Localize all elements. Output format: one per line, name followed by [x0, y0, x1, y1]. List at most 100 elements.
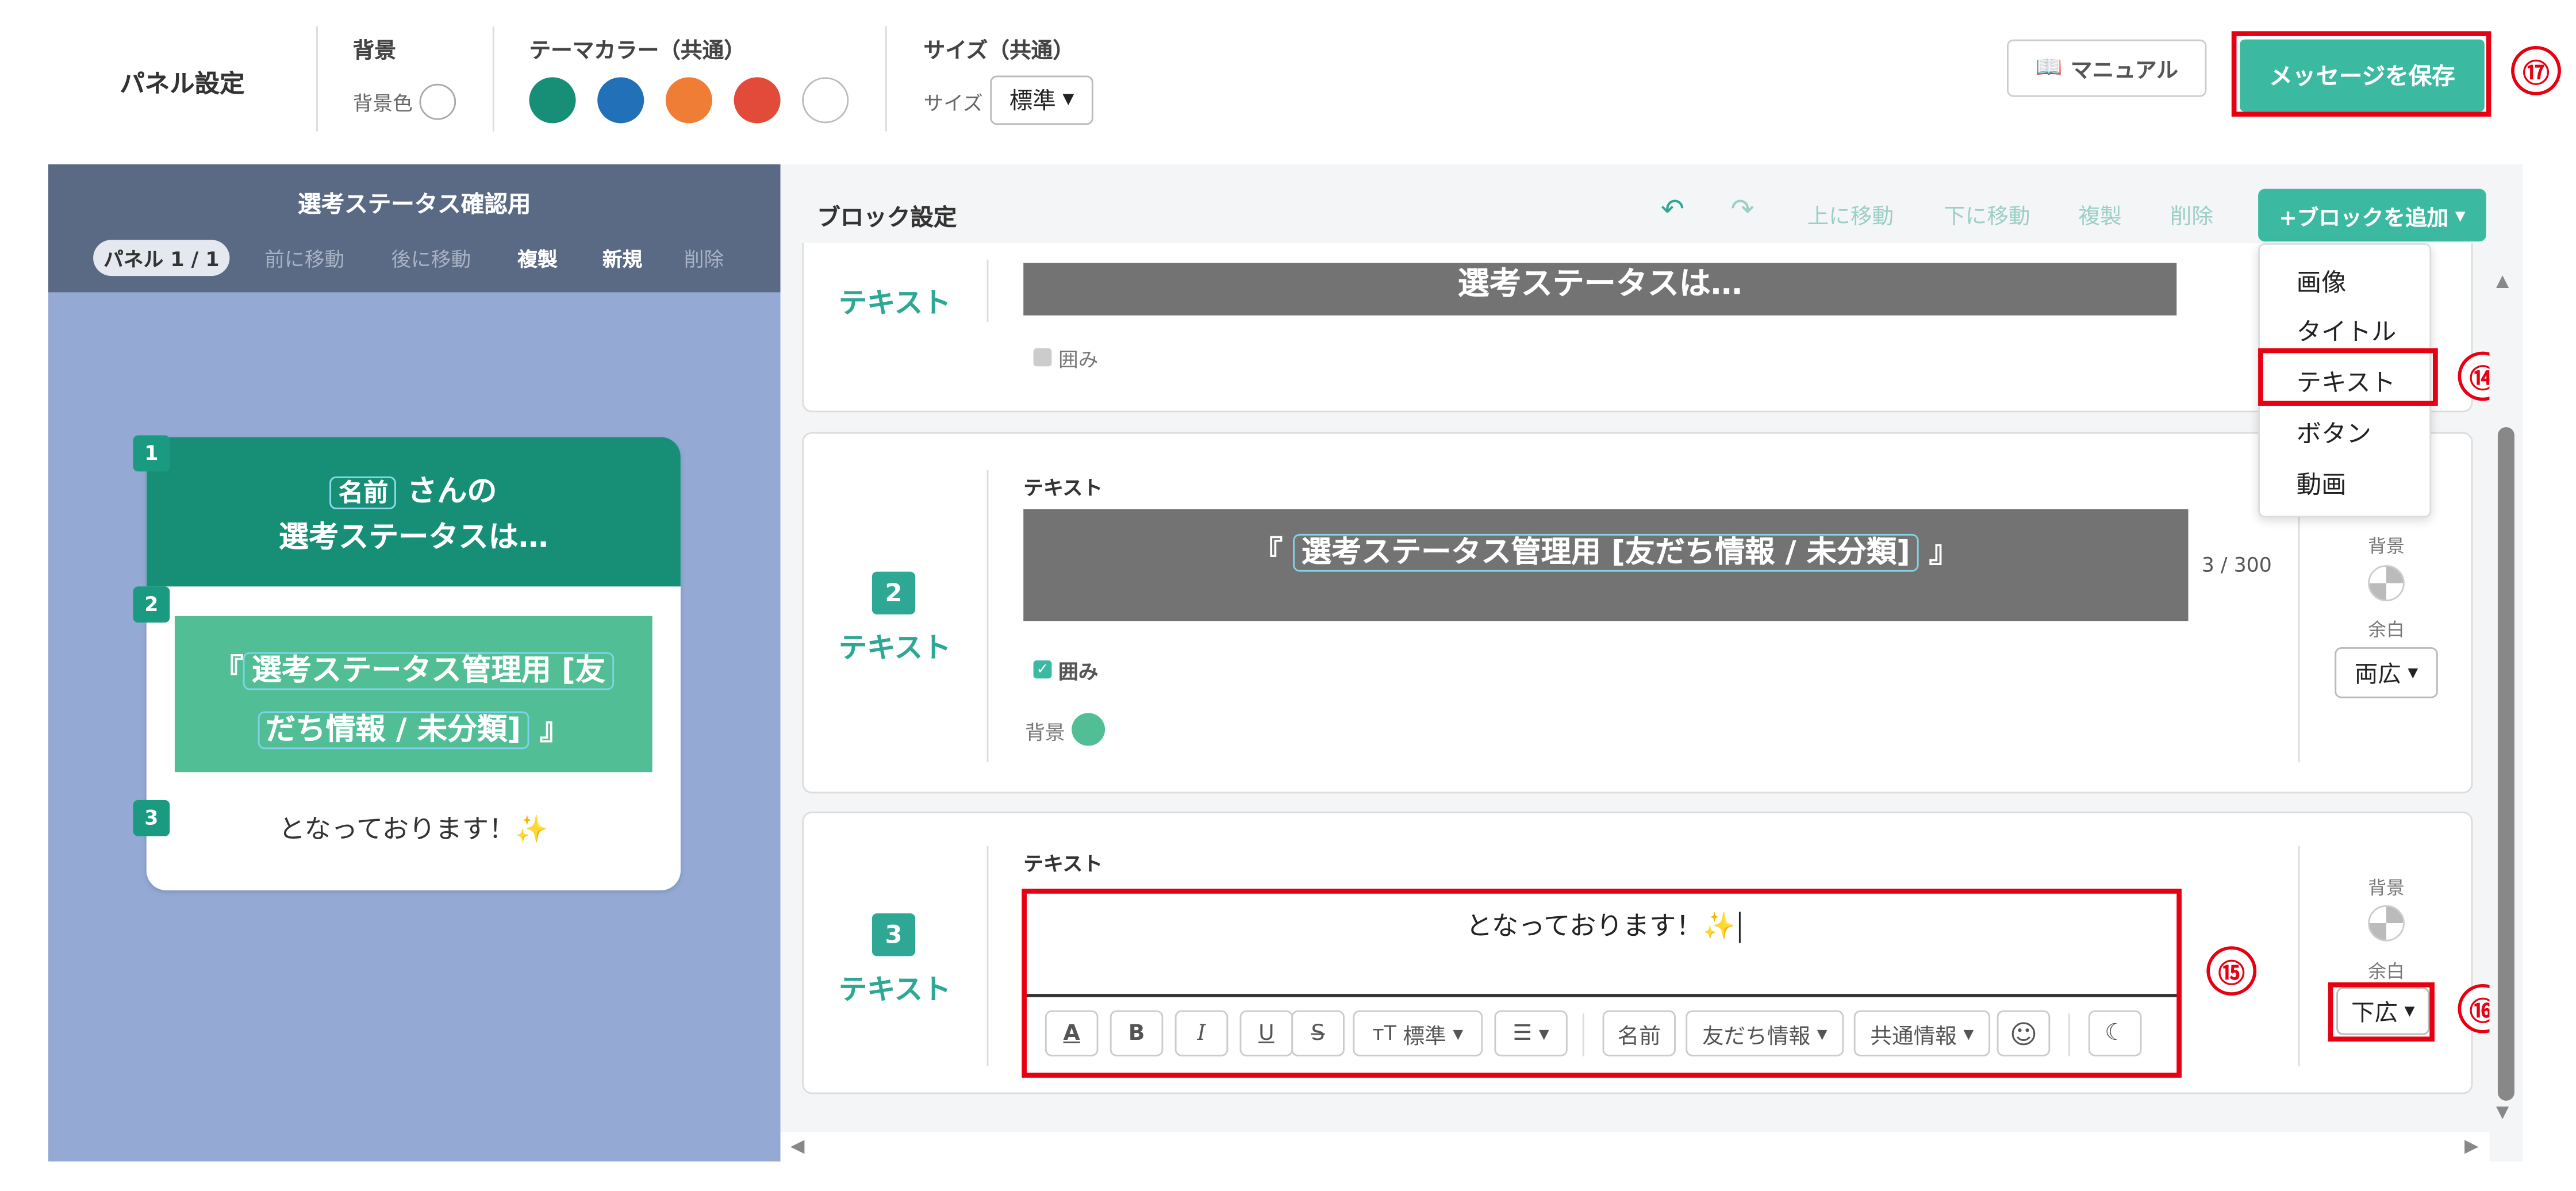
undo-icon[interactable]: ↶	[1661, 194, 1684, 226]
duplicate-panel-button[interactable]: 複製	[517, 245, 558, 273]
annotation-17: ⑰	[2511, 46, 2561, 95]
chevron-down-icon: ▼	[2404, 1004, 2415, 1019]
chevron-down-icon: ▼	[1453, 1025, 1464, 1041]
vertical-scrollbar[interactable]: ▲ ▼	[2489, 263, 2523, 1134]
scroll-right-icon[interactable]: ▶	[2464, 1135, 2479, 1157]
font-color-button[interactable]: A	[1045, 1010, 1099, 1056]
theme-color-green[interactable]	[529, 77, 576, 124]
delete-panel-button[interactable]: 削除	[684, 245, 724, 273]
frame-label: 囲み	[1058, 660, 1099, 683]
name-tag: 名前	[330, 476, 397, 509]
duplicate-block-button[interactable]: 複製	[2078, 199, 2121, 230]
emoji-icon[interactable]: ☺	[1997, 1010, 2051, 1056]
move-up-button[interactable]: 上に移動	[1807, 199, 1894, 230]
block-bg-swatch[interactable]	[1072, 713, 1105, 746]
bold-button[interactable]: B	[1110, 1010, 1164, 1056]
bg-heading: 背景	[352, 39, 396, 64]
delete-block-button[interactable]: 削除	[2170, 199, 2213, 230]
char-count: 3 / 300	[2201, 554, 2272, 577]
preview-badge-2: 2	[133, 586, 170, 623]
chevron-down-icon: ▼	[2408, 665, 2418, 681]
theme-color-white[interactable]	[802, 77, 849, 124]
theme-color-blue[interactable]	[597, 77, 644, 124]
italic-button[interactable]: I	[1174, 1010, 1229, 1056]
scroll-left-icon[interactable]: ◀	[790, 1135, 805, 1157]
frame-checkbox[interactable]	[1033, 348, 1052, 367]
panel-settings-title: パネル設定	[120, 69, 245, 99]
block-2-type: テキスト	[838, 632, 951, 666]
frame-checkbox[interactable]: ✓	[1033, 660, 1052, 679]
block-settings-title: ブロック設定	[817, 205, 957, 232]
friend-info-dropdown[interactable]: 友だち情報 ▼	[1686, 1010, 1844, 1056]
block-2-text-field[interactable]: 『 選考ステータス管理用 [友だち情報 / 未分類] 』	[1023, 509, 2189, 621]
text-size-icon: ᴛT	[1372, 1021, 1396, 1045]
align-icon: ☰	[1512, 1021, 1533, 1046]
block-2-number: 2	[872, 571, 916, 614]
block-card-2: 2 テキスト テキスト 『 選考ステータス管理用 [友だち情報 / 未分類] 』…	[802, 432, 2473, 794]
prev-button[interactable]: 前に移動	[264, 245, 344, 273]
side-margin-label: 余白	[2368, 961, 2405, 983]
bg-color-swatch[interactable]	[419, 83, 456, 120]
bg-pattern-icon[interactable]	[2368, 565, 2405, 602]
align-dropdown[interactable]: ☰ ▼	[1494, 1010, 1568, 1056]
new-panel-button[interactable]: 新規	[602, 245, 643, 273]
horizontal-scrollbar[interactable]: ◀ ▶	[780, 1132, 2490, 1162]
preview-badge-1: 1	[133, 435, 170, 472]
book-icon: 📖	[2035, 56, 2063, 81]
size-select[interactable]: 標準 ▼	[990, 75, 1093, 125]
font-size-dropdown[interactable]: ᴛT 標準 ▼	[1353, 1010, 1483, 1056]
block-3-number: 3	[872, 913, 916, 956]
menu-item-title[interactable]: タイトル	[2297, 314, 2397, 348]
bg-pattern-icon[interactable]	[2368, 905, 2405, 942]
side-bg-label: 背景	[2368, 877, 2405, 899]
scroll-thumb[interactable]	[2497, 427, 2514, 1101]
menu-item-text[interactable]: テキスト	[2297, 364, 2395, 399]
strike-button[interactable]: S	[1291, 1010, 1345, 1056]
editor-toolbar: A B I U S ᴛT 標準 ▼ ☰ ▼ 名前 友だち情報 ▼ 共通情報 ▼ ☺ ☾	[1023, 997, 2180, 1073]
size-label: サイズ	[923, 92, 983, 116]
margin-select[interactable]: 下広 ▼	[2336, 987, 2430, 1035]
add-block-button[interactable]: +ブロックを追加 ▼	[2258, 189, 2486, 242]
block-2-label: テキスト	[1023, 476, 1103, 500]
scroll-up-icon[interactable]: ▲	[2496, 272, 2509, 290]
redo-icon[interactable]: ↷	[1730, 194, 1754, 226]
menu-item-video[interactable]: 動画	[2297, 467, 2347, 501]
move-down-button[interactable]: 下に移動	[1944, 199, 2030, 230]
menu-item-image[interactable]: 画像	[2297, 264, 2347, 299]
theme-color-red[interactable]	[734, 77, 781, 124]
bg-color-label: 背景色	[352, 92, 413, 116]
preview-block-3[interactable]: となっております！✨	[147, 806, 681, 846]
frame-label: 囲み	[1058, 348, 1099, 371]
chevron-down-icon: ▼	[1062, 92, 1074, 109]
preview-block-1[interactable]: 名前 さんの 選考ステータスは…	[147, 470, 681, 562]
chevron-down-icon: ▼	[1963, 1025, 1974, 1041]
dark-mode-icon[interactable]: ☾	[2088, 1010, 2142, 1056]
insert-name-button[interactable]: 名前	[1602, 1010, 1676, 1056]
margin-select[interactable]: 両広 ▼	[2335, 647, 2438, 698]
save-message-button[interactable]: メッセージを保存	[2240, 39, 2485, 112]
underline-button[interactable]: U	[1239, 1010, 1293, 1056]
next-button[interactable]: 後に移動	[391, 245, 471, 273]
chevron-down-icon: ▼	[2455, 208, 2466, 223]
panel-counter: パネル 1 / 1	[93, 240, 230, 276]
block-3-label: テキスト	[1023, 852, 1103, 876]
manual-button[interactable]: 📖 マニュアル	[2007, 39, 2207, 97]
block-bg-label: 背景	[1025, 721, 1065, 744]
scroll-down-icon[interactable]: ▼	[2496, 1104, 2509, 1122]
add-block-menu: 画像 タイトル テキスト ボタン 動画	[2258, 243, 2432, 518]
chevron-down-icon: ▼	[1538, 1025, 1549, 1041]
preview-badge-3: 3	[133, 800, 170, 836]
theme-heading: テーマカラー（共通）	[529, 39, 746, 64]
preview-block-2[interactable]: 『選考ステータス管理用 [友 だち情報 / 未分類] 』	[174, 616, 652, 773]
side-bg-label: 背景	[2368, 535, 2405, 557]
chevron-down-icon: ▼	[1817, 1025, 1828, 1041]
block-1-content[interactable]: 選考ステータスは…	[1023, 263, 2177, 316]
annotation-15: ⑮	[2206, 946, 2257, 996]
block-3-text-editor[interactable]: となっております！✨	[1023, 889, 2180, 997]
size-heading: サイズ（共通）	[923, 39, 1074, 64]
common-info-dropdown[interactable]: 共通情報 ▼	[1853, 1010, 1991, 1056]
block-3-type: テキスト	[838, 974, 951, 1007]
menu-item-button[interactable]: ボタン	[2297, 416, 2371, 450]
theme-color-orange[interactable]	[665, 77, 712, 124]
block-card-1: テキスト 選考ステータスは… 囲み	[802, 243, 2473, 413]
